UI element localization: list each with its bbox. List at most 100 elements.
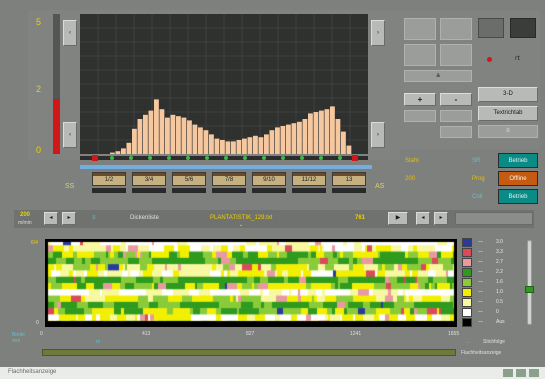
sequence-note: Stichfolge bbox=[483, 339, 505, 345]
legend-dash: — bbox=[478, 279, 483, 285]
position-label: 3/4 bbox=[144, 177, 154, 183]
region-label-left: SS bbox=[65, 183, 75, 190]
position-box[interactable]: 1/2 bbox=[92, 172, 126, 186]
flatness-bar bbox=[165, 117, 170, 154]
heatmap-y-top: 6/4 bbox=[31, 240, 38, 246]
legend-swatch bbox=[462, 288, 472, 297]
legend-dash: — bbox=[478, 269, 483, 275]
legend-dash: — bbox=[478, 259, 483, 265]
flatness-bar bbox=[154, 99, 159, 154]
flatness-bar bbox=[176, 116, 181, 154]
flatness-note: Flachheitsanzeige bbox=[461, 350, 502, 356]
step-button-2[interactable] bbox=[440, 110, 472, 122]
status-row1-left: Stahl bbox=[405, 158, 419, 164]
taskbar-tray-icon-2[interactable] bbox=[516, 369, 526, 377]
status-row1-mid: SR bbox=[472, 158, 481, 164]
position-box[interactable]: 13 bbox=[332, 172, 366, 186]
flatness-bar bbox=[220, 140, 225, 154]
legend-value: 0.5 bbox=[496, 299, 503, 305]
flatness-bar bbox=[324, 109, 330, 154]
position-box[interactable]: 5/6 bbox=[172, 172, 206, 186]
heatmap-x-tick: 413 bbox=[142, 331, 151, 337]
scroll-left-bottom-button[interactable]: ‹ bbox=[63, 122, 77, 148]
taskbar-tray-icon-1[interactable] bbox=[503, 369, 513, 377]
next-button[interactable]: ▸ bbox=[62, 212, 76, 225]
position-box[interactable]: 9/10 bbox=[252, 172, 286, 186]
status-row2-mid: Prog bbox=[472, 176, 485, 182]
level-scale-fill bbox=[53, 99, 60, 154]
mode-button-green[interactable] bbox=[478, 18, 504, 38]
status-row2-button[interactable]: Offline bbox=[498, 171, 538, 186]
zone-indicator-dot bbox=[243, 156, 247, 160]
position-label: 7/8 bbox=[224, 177, 234, 183]
flatness-bar bbox=[126, 142, 132, 154]
zone-marker-left bbox=[92, 155, 98, 161]
position-box[interactable]: 7/8 bbox=[212, 172, 246, 186]
tool-button-wide[interactable]: a bbox=[404, 70, 472, 82]
flatness-bar bbox=[269, 130, 275, 154]
scroll-left-top-button[interactable]: ‹ bbox=[63, 20, 77, 46]
status-row3-button[interactable]: Betrieb bbox=[498, 189, 538, 204]
step-button-3[interactable] bbox=[440, 126, 472, 138]
flatness-bar bbox=[308, 113, 313, 154]
tool-button-4[interactable] bbox=[440, 44, 472, 66]
legend-swatch bbox=[462, 268, 472, 277]
legend-value: 1.0 bbox=[496, 289, 503, 295]
zoom-slider-thumb[interactable] bbox=[525, 286, 534, 293]
legend-value: Aus bbox=[496, 319, 505, 325]
flatness-bar bbox=[302, 119, 308, 154]
status-row1-button[interactable]: Betrieb bbox=[498, 153, 538, 168]
mode-button-dark[interactable] bbox=[510, 18, 536, 38]
page-number: 761 bbox=[355, 215, 366, 221]
legend-value: 3.3 bbox=[496, 249, 503, 255]
scroll-right-bottom-button[interactable]: › bbox=[371, 122, 385, 148]
zone-indicator-dot bbox=[319, 156, 323, 160]
page-next-button[interactable]: ▸ bbox=[434, 212, 448, 225]
zone-indicator-dot bbox=[300, 156, 304, 160]
taskbar bbox=[0, 367, 545, 379]
taskbar-title: Flachheitsanzeige bbox=[8, 369, 57, 375]
position-base bbox=[92, 188, 126, 193]
column-label: Dickenliste bbox=[130, 215, 160, 221]
disabled-option-button[interactable]: b bbox=[478, 125, 538, 138]
play-button[interactable]: ▶ bbox=[388, 212, 408, 225]
position-label: 1/2 bbox=[104, 177, 114, 183]
file-name: PLANTATISTIK_129.txt bbox=[210, 215, 273, 221]
flatness-bar bbox=[209, 134, 214, 154]
position-box[interactable]: 3/4 bbox=[132, 172, 166, 186]
status-row2-left: 200 bbox=[405, 176, 416, 182]
view-3d-button[interactable]: 3-D bbox=[478, 87, 538, 102]
flatness-bar bbox=[198, 127, 203, 154]
minus-button[interactable]: - bbox=[440, 93, 472, 106]
flatness-bar bbox=[115, 151, 121, 154]
page-prev-button[interactable]: ◂ bbox=[416, 212, 430, 225]
tool-button-2[interactable] bbox=[440, 18, 472, 40]
prev-button[interactable]: ◂ bbox=[44, 212, 58, 225]
zone-indicator-dot bbox=[148, 156, 152, 160]
text-direction-label: Textrichtab bbox=[493, 110, 523, 116]
flatness-bar bbox=[236, 140, 242, 154]
position-base bbox=[332, 188, 366, 193]
legend-dash: — bbox=[478, 319, 483, 325]
flatness-bar bbox=[137, 119, 143, 154]
text-direction-button[interactable]: Textrichtab bbox=[478, 106, 538, 121]
plus-button[interactable]: + bbox=[404, 93, 436, 106]
zone-indicator-dot bbox=[186, 156, 190, 160]
file-marker-icon: ▪ bbox=[240, 223, 242, 229]
mode-label: rt bbox=[515, 55, 520, 62]
y-tick-max: 5 bbox=[36, 17, 42, 27]
taskbar-tray-icon-3[interactable] bbox=[529, 369, 539, 377]
zone-indicator-dot bbox=[205, 156, 209, 160]
position-box[interactable]: 11/12 bbox=[292, 172, 326, 186]
step-button-1[interactable] bbox=[404, 110, 436, 122]
zoom-slider-track[interactable] bbox=[527, 240, 532, 325]
scroll-right-top-button[interactable]: › bbox=[371, 20, 385, 46]
tool-button-3[interactable] bbox=[404, 44, 436, 66]
position-base bbox=[292, 188, 326, 193]
flatness-bar bbox=[225, 141, 231, 154]
legend-swatch bbox=[462, 258, 472, 267]
position-base bbox=[252, 188, 286, 193]
legend-dash: — bbox=[478, 289, 483, 295]
flatness-bar bbox=[214, 138, 220, 154]
tool-button-1[interactable] bbox=[404, 18, 436, 40]
